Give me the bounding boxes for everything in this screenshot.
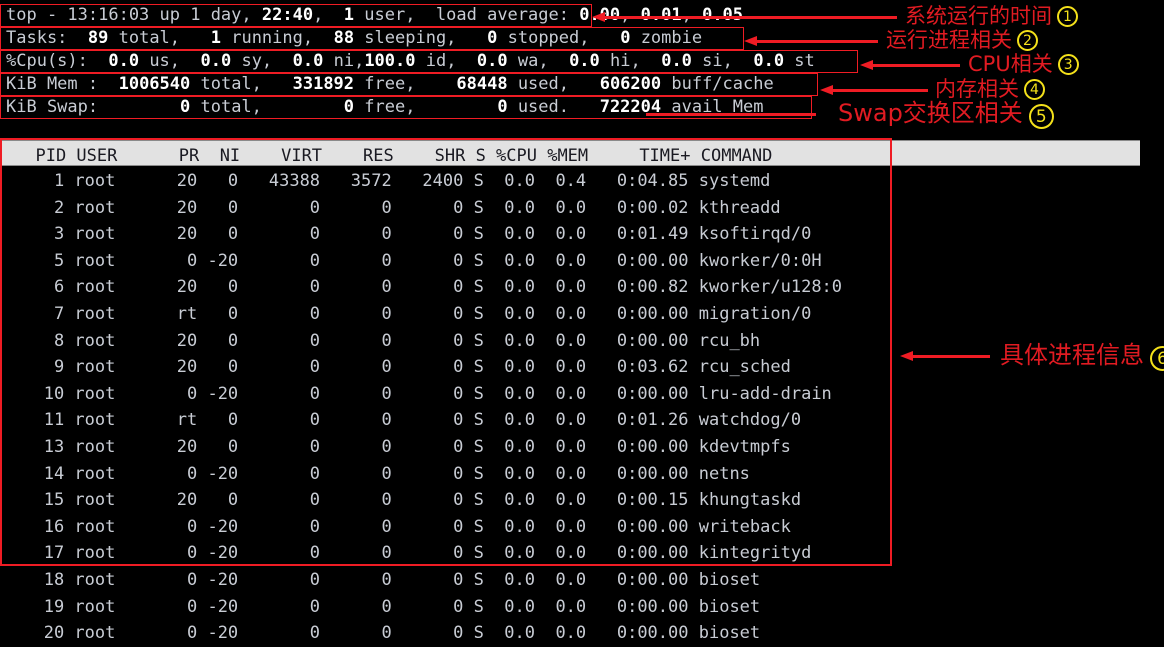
table-row: 8 root 20 0 0 0 0 S 0.0 0.0 0:00.00 rcu_… <box>13 330 761 351</box>
table-row: 7 root rt 0 0 0 0 S 0.0 0.0 0:00.00 migr… <box>13 303 812 324</box>
annotation-text-1: 系统运行的时间 <box>905 4 1052 28</box>
arrow-shaft <box>646 112 816 117</box>
annotation-text-5: Swap交换区相关 <box>838 99 1023 127</box>
annotation-marker-5: 5 <box>1028 104 1054 129</box>
arrow-shaft <box>754 39 878 44</box>
annotation-arrow-6 <box>900 351 990 361</box>
table-row: 2 root 20 0 0 0 0 S 0.0 0.0 0:00.02 kthr… <box>13 197 781 218</box>
annotation-arrow-1 <box>592 12 897 22</box>
annotation-marker-6: 6 <box>1150 346 1164 371</box>
table-row: 18 root 0 -20 0 0 0 S 0.0 0.0 0:00.00 bi… <box>13 569 761 590</box>
annotation-arrow-3 <box>860 60 960 70</box>
table-row: 10 root 0 -20 0 0 0 S 0.0 0.0 0:00.00 lr… <box>13 383 832 404</box>
table-row: 13 root 20 0 0 0 0 S 0.0 0.0 0:00.00 kde… <box>13 436 791 457</box>
annotation-label-4: 内存相关 4 <box>935 79 1045 100</box>
annotation-label-5: Swap交换区相关 5 <box>838 101 1054 129</box>
summary-text-tasks: Tasks: 89 total, 1 running, 88 sleeping,… <box>6 28 703 48</box>
arrow-shaft <box>910 354 990 359</box>
arrow-shaft <box>830 88 928 93</box>
annotation-arrow-5 <box>646 109 816 119</box>
table-row: 16 root 0 -20 0 0 0 S 0.0 0.0 0:00.00 wr… <box>13 516 791 537</box>
table-row: 5 root 0 -20 0 0 0 S 0.0 0.0 0:00.00 kwo… <box>13 250 822 271</box>
annotation-arrow-4 <box>820 85 928 95</box>
arrow-shaft <box>602 15 897 20</box>
table-row: 1 root 20 0 43388 3572 2400 S 0.0 0.4 0:… <box>13 171 771 191</box>
table-row: 20 root 0 -20 0 0 0 S 0.0 0.0 0:00.00 bi… <box>13 623 761 644</box>
process-rows: 1 root 20 0 43388 3572 2400 S 0.0 0.4 0:… <box>13 168 842 647</box>
annotation-marker-3: 3 <box>1057 54 1079 75</box>
annotation-text-3: CPU相关 <box>968 52 1053 76</box>
table-row: 19 root 0 -20 0 0 0 S 0.0 0.0 0:00.00 bi… <box>13 596 761 617</box>
process-table: PID USER PR NI VIRT RES SHR S %CPU %MEM … <box>0 138 1140 643</box>
annotation-marker-4: 4 <box>1024 79 1045 100</box>
annotation-marker-2: 2 <box>1017 30 1038 51</box>
annotation-label-6: 具体进程信息 6 <box>1000 343 1164 371</box>
summary-text-cpu: %Cpu(s): 0.0 us, 0.0 sy, 0.0 ni,100.0 id… <box>6 51 815 71</box>
column-header-text: PID USER PR NI VIRT RES SHR S %CPU %MEM … <box>15 146 773 166</box>
table-row: 15 root 20 0 0 0 0 S 0.0 0.0 0:00.15 khu… <box>13 490 802 511</box>
annotation-text-4: 内存相关 <box>935 77 1019 101</box>
annotation-marker-1: 1 <box>1057 6 1078 27</box>
table-row: 3 root 20 0 0 0 0 S 0.0 0.0 0:01.49 ksof… <box>13 224 812 245</box>
annotation-text-6: 具体进程信息 <box>1000 341 1144 369</box>
annotation-label-2: 运行进程相关 2 <box>886 30 1038 51</box>
table-row: 17 root 0 -20 0 0 0 S 0.0 0.0 0:00.00 ki… <box>13 543 812 564</box>
summary-text-mem: KiB Mem : 1006540 total, 331892 free, 68… <box>6 74 774 94</box>
annotation-label-1: 系统运行的时间 1 <box>905 6 1078 27</box>
column-header-bar: PID USER PR NI VIRT RES SHR S %CPU %MEM … <box>2 140 1140 166</box>
table-row: 9 root 20 0 0 0 0 S 0.0 0.0 0:03.62 rcu_… <box>13 357 791 378</box>
table-row: 14 root 0 -20 0 0 0 S 0.0 0.0 0:00.00 ne… <box>13 463 750 484</box>
arrow-shaft <box>870 63 960 68</box>
annotation-arrow-2 <box>744 36 878 46</box>
table-row: 6 root 20 0 0 0 0 S 0.0 0.0 0:00.82 kwor… <box>13 277 843 298</box>
annotation-label-3: CPU相关 3 <box>968 54 1079 75</box>
table-row: 11 root rt 0 0 0 0 S 0.0 0.0 0:01.26 wat… <box>13 410 802 431</box>
annotation-text-2: 运行进程相关 <box>886 28 1012 52</box>
